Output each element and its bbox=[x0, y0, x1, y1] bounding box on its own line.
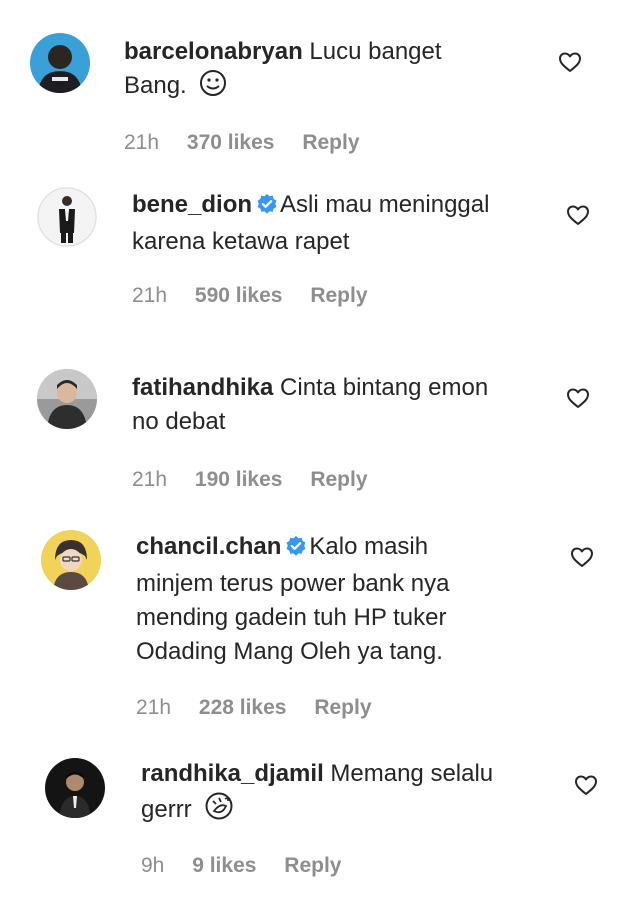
comment-body: fatihandhika Cinta bintang emon no debat bbox=[132, 371, 488, 439]
comment-likes[interactable]: 190 likes bbox=[195, 468, 283, 491]
comment-meta: 21h 370 likes Reply bbox=[124, 131, 382, 155]
comment-username[interactable]: barcelonabryan bbox=[124, 38, 303, 65]
comment-text: no debat bbox=[132, 408, 226, 435]
comment-likes[interactable]: 228 likes bbox=[199, 696, 287, 719]
reply-button[interactable]: Reply bbox=[314, 696, 371, 719]
comment-username[interactable]: bene_dion bbox=[132, 191, 252, 218]
avatar[interactable] bbox=[37, 369, 97, 429]
comment-text: minjem terus power bank nya bbox=[136, 570, 450, 597]
rolling-laughing-face-icon bbox=[204, 791, 234, 831]
heart-outline-icon[interactable] bbox=[558, 50, 582, 74]
comment-text: Kalo masih bbox=[309, 533, 429, 560]
comment-text: Odading Mang Oleh ya tang. bbox=[136, 638, 443, 665]
comment-item: chancil.chan Kalo masih minjem terus powe… bbox=[0, 510, 640, 740]
comment-time: 9h bbox=[141, 854, 165, 877]
comment-username[interactable]: fatihandhika bbox=[132, 374, 273, 401]
comment-time: 21h bbox=[132, 284, 168, 307]
reply-button[interactable]: Reply bbox=[302, 131, 359, 154]
comment-username[interactable]: randhika_djamil bbox=[141, 760, 324, 787]
comment-text: mending gadein tuh HP tuker bbox=[136, 604, 447, 631]
comment-item: bene_dion Asli mau meninggal karena ketaw… bbox=[0, 165, 640, 345]
comment-item: fatihandhika Cinta bintang emon no debat… bbox=[0, 345, 640, 510]
comment-text: Bang. bbox=[124, 72, 187, 99]
avatar[interactable] bbox=[30, 33, 90, 93]
comment-text: Asli mau meninggal bbox=[280, 191, 490, 218]
avatar[interactable] bbox=[37, 187, 97, 247]
verified-badge-icon bbox=[285, 533, 307, 567]
heart-outline-icon[interactable] bbox=[574, 773, 598, 797]
comment-time: 21h bbox=[132, 468, 168, 491]
reply-button[interactable]: Reply bbox=[310, 468, 367, 491]
comment-item: barcelonabryan Lucu banget Bang. 21h 370… bbox=[0, 0, 640, 165]
comment-meta: 9h 9 likes Reply bbox=[141, 854, 363, 878]
comment-text: Cinta bintang emon bbox=[280, 374, 489, 401]
comment-meta: 21h 228 likes Reply bbox=[136, 696, 394, 720]
comment-likes[interactable]: 370 likes bbox=[187, 131, 275, 154]
comment-text: Memang selalu bbox=[330, 760, 494, 787]
avatar[interactable] bbox=[41, 530, 101, 590]
heart-outline-icon[interactable] bbox=[566, 203, 590, 227]
comment-meta: 21h 190 likes Reply bbox=[132, 468, 390, 492]
comment-username[interactable]: chancil.chan bbox=[136, 533, 281, 560]
comment-item: randhika_djamil Memang selalu gerrr 9h 9… bbox=[0, 740, 640, 911]
comment-body: barcelonabryan Lucu banget Bang. bbox=[124, 35, 442, 107]
comment-likes[interactable]: 9 likes bbox=[192, 854, 256, 877]
comment-body: chancil.chan Kalo masih minjem terus powe… bbox=[136, 530, 449, 669]
comment-body: bene_dion Asli mau meninggal karena ketaw… bbox=[132, 188, 489, 259]
avatar[interactable] bbox=[45, 758, 105, 818]
comment-likes[interactable]: 590 likes bbox=[195, 284, 283, 307]
comment-time: 21h bbox=[124, 131, 160, 154]
comment-text: karena ketawa rapet bbox=[132, 228, 350, 255]
reply-button[interactable]: Reply bbox=[284, 854, 341, 877]
smiling-face-icon bbox=[199, 69, 227, 107]
comment-body: randhika_djamil Memang selalu gerrr bbox=[141, 757, 493, 831]
heart-outline-icon[interactable] bbox=[566, 386, 590, 410]
comment-text: Lucu banget bbox=[309, 38, 442, 65]
heart-outline-icon[interactable] bbox=[570, 545, 594, 569]
reply-button[interactable]: Reply bbox=[310, 284, 367, 307]
comment-meta: 21h 590 likes Reply bbox=[132, 284, 390, 308]
verified-badge-icon bbox=[256, 191, 278, 225]
comment-time: 21h bbox=[136, 696, 172, 719]
comment-text: gerrr bbox=[141, 796, 192, 823]
